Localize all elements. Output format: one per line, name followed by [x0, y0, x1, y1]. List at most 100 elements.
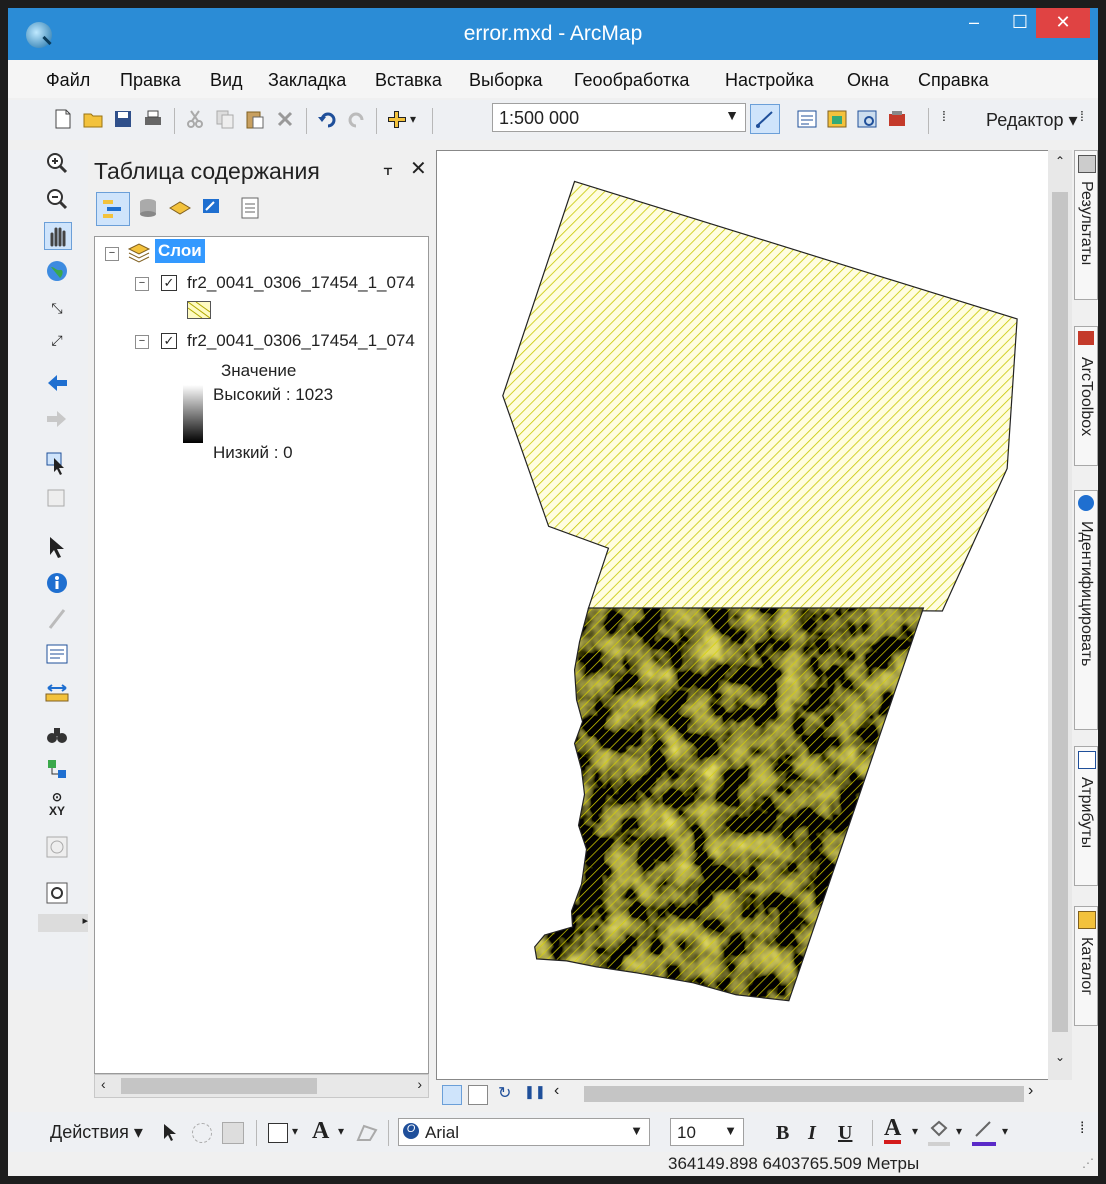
list-by-selection-icon[interactable] — [200, 196, 224, 220]
magnifier-window-icon[interactable] — [44, 880, 70, 906]
refresh-icon[interactable]: ↻ — [498, 1083, 511, 1103]
measure-icon[interactable] — [44, 680, 70, 706]
undo-icon[interactable] — [316, 108, 338, 130]
text-tool-icon[interactable]: A — [312, 1118, 329, 1145]
toolbar-overflow-icon[interactable]: ⁞ — [942, 108, 964, 130]
chevron-down-icon[interactable]: ▾ — [912, 1124, 918, 1138]
polygon-symbol-swatch[interactable] — [187, 301, 211, 319]
menu-help[interactable]: Справка — [918, 70, 989, 91]
font-family-combo[interactable]: O Arial ▼ — [398, 1118, 650, 1146]
scroll-thumb[interactable] — [121, 1078, 317, 1094]
chevron-down-icon[interactable]: ▼ — [724, 1123, 737, 1138]
collapse-toggle-icon[interactable]: − — [105, 247, 119, 261]
forward-arrow-icon[interactable] — [44, 406, 70, 432]
title-bar[interactable]: error.mxd - ArcMap ‒ ☐ ✕ — [8, 8, 1098, 60]
font-color-button[interactable]: A — [884, 1116, 902, 1144]
list-by-source-icon[interactable] — [136, 196, 160, 220]
editor-toolbar-icon[interactable] — [750, 104, 780, 134]
chevron-down-icon[interactable]: ▾ — [292, 1124, 298, 1138]
layer-name[interactable]: fr2_0041_0306_17454_1_074 — [187, 331, 415, 351]
scroll-right-icon[interactable]: › — [417, 1076, 422, 1092]
resize-grip-icon[interactable]: ⋰ — [1082, 1156, 1094, 1170]
data-frame-label[interactable]: Слои — [155, 239, 205, 263]
hatched-polygon-north[interactable] — [502, 180, 1018, 612]
select-elements-arrow-icon[interactable] — [44, 534, 70, 560]
new-document-icon[interactable] — [52, 108, 74, 130]
chevron-down-icon[interactable]: ▾ — [1002, 1124, 1008, 1138]
arctoolbox-icon[interactable] — [886, 108, 908, 130]
delete-icon[interactable] — [274, 108, 296, 130]
menu-geoprocessing[interactable]: Геообработка — [574, 70, 689, 91]
paste-icon[interactable] — [244, 108, 266, 130]
minimize-button[interactable]: ‒ — [952, 8, 996, 38]
scroll-up-icon[interactable]: ⌃ — [1055, 154, 1065, 168]
save-icon[interactable] — [112, 108, 134, 130]
toolbar-overflow-icon[interactable]: ⁞ — [1080, 108, 1102, 130]
menu-edit[interactable]: Правка — [120, 70, 181, 91]
search-window-icon[interactable] — [856, 108, 878, 130]
line-color-icon[interactable] — [972, 1120, 996, 1146]
chevron-down-icon[interactable]: ▼ — [725, 107, 739, 123]
map-vertical-scrollbar[interactable]: ⌃ ⌄ — [1048, 150, 1072, 1080]
menu-file[interactable]: Файл — [46, 70, 90, 91]
toolbar-overflow-icon[interactable]: ⁞ — [1080, 1120, 1084, 1138]
menu-bookmarks[interactable]: Закладка — [268, 70, 346, 91]
layer-visibility-checkbox[interactable]: ✓ — [161, 275, 177, 291]
chevron-down-icon[interactable]: ▼ — [630, 1123, 643, 1138]
open-folder-icon[interactable] — [82, 108, 104, 130]
close-button[interactable]: ✕ — [1036, 8, 1090, 38]
data-view-icon[interactable] — [442, 1085, 462, 1105]
stretch-color-ramp[interactable] — [183, 385, 203, 443]
collapse-toggle-icon[interactable]: − — [135, 277, 149, 291]
identify-icon[interactable] — [44, 570, 70, 596]
full-extent-globe-icon[interactable] — [44, 258, 70, 284]
toc-window-icon[interactable] — [796, 108, 818, 130]
layer-visibility-checkbox[interactable]: ✓ — [161, 333, 177, 349]
pause-drawing-icon[interactable]: ❚❚ — [524, 1084, 546, 1100]
toc-options-icon[interactable] — [238, 196, 262, 220]
scroll-right-icon[interactable]: › — [1028, 1082, 1033, 1100]
menu-selection[interactable]: Выборка — [469, 70, 543, 91]
scroll-down-icon[interactable]: ⌄ — [1055, 1050, 1065, 1064]
cut-icon[interactable] — [184, 108, 206, 130]
redo-icon[interactable] — [346, 108, 368, 130]
toolbar-grip-icon[interactable]: ▸ — [38, 914, 88, 932]
catalog-window-icon[interactable] — [826, 108, 848, 130]
chevron-down-icon[interactable]: ▾ — [338, 1124, 344, 1138]
editor-menu[interactable]: Редактор ▾ — [986, 110, 1078, 131]
underline-button[interactable]: U — [838, 1122, 852, 1145]
copy-icon[interactable] — [214, 108, 236, 130]
drawing-actions-menu[interactable]: Действия ▾ — [50, 1122, 143, 1143]
pan-hand-icon[interactable] — [44, 222, 72, 250]
time-slider-icon[interactable] — [44, 834, 70, 860]
back-arrow-icon[interactable] — [44, 370, 70, 396]
list-by-visibility-icon[interactable] — [168, 196, 192, 220]
html-popup-icon[interactable] — [44, 642, 70, 668]
tab-attributes[interactable]: Атрибуты — [1074, 746, 1098, 886]
scroll-thumb[interactable] — [584, 1086, 1024, 1102]
toc-horizontal-scrollbar[interactable]: ‹ › — [94, 1074, 429, 1098]
map-view[interactable] — [436, 150, 1056, 1080]
select-features-icon[interactable] — [44, 450, 70, 476]
print-icon[interactable] — [142, 108, 164, 130]
fixed-zoom-out-icon[interactable]: ⤢ — [44, 332, 70, 358]
italic-button[interactable]: I — [808, 1122, 816, 1145]
font-size-combo[interactable]: 10 ▼ — [670, 1118, 744, 1146]
find-binoculars-icon[interactable] — [44, 722, 70, 748]
raster-layer[interactable] — [527, 600, 936, 1009]
bold-button[interactable]: B — [776, 1122, 789, 1145]
hyperlink-icon[interactable] — [44, 606, 70, 632]
toc-close-icon[interactable]: ✕ — [410, 156, 427, 181]
tab-arctoolbox[interactable]: ArcToolbox — [1074, 326, 1098, 466]
layer-name[interactable]: fr2_0041_0306_17454_1_074 — [187, 273, 415, 293]
go-to-xy-icon[interactable]: ⊙ XY — [44, 790, 70, 818]
layout-view-icon[interactable] — [468, 1085, 488, 1105]
zoom-out-icon[interactable] — [44, 186, 70, 212]
menu-insert[interactable]: Вставка — [375, 70, 442, 91]
zoom-to-selected-icon[interactable] — [222, 1122, 244, 1144]
scroll-left-icon[interactable]: ‹ — [554, 1082, 559, 1100]
tab-identify[interactable]: Идентифицировать — [1074, 490, 1098, 730]
find-route-icon[interactable] — [44, 756, 70, 782]
map-canvas[interactable] — [437, 151, 1055, 1079]
menu-windows[interactable]: Окна — [847, 70, 889, 91]
